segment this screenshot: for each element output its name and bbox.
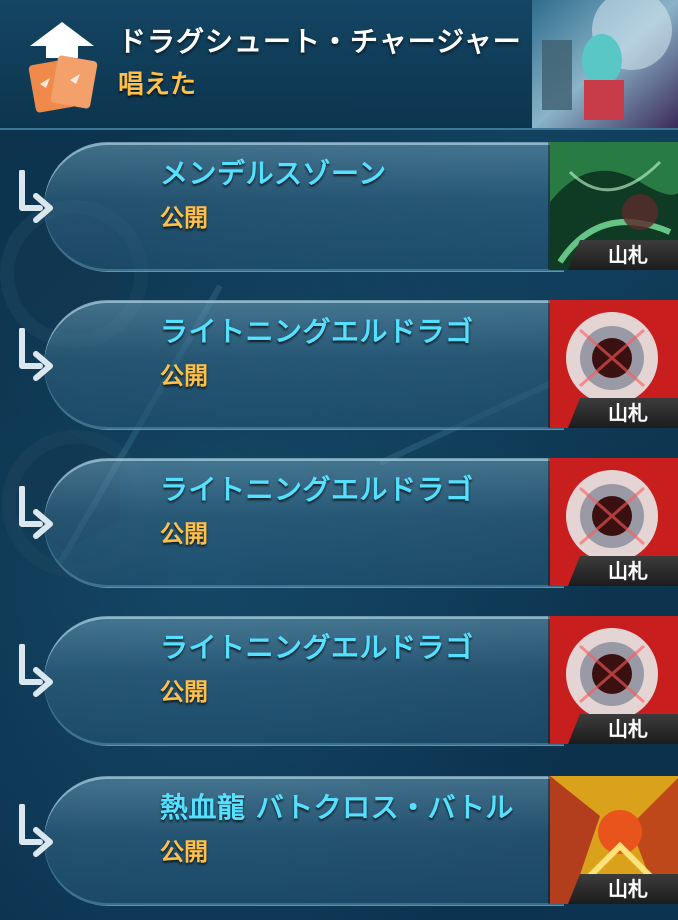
card-art-lightning-eldrago[interactable]: 山札 [548,616,678,744]
log-row[interactable]: 熱血龍 バトクロス・バトル 公開 山札 [0,776,678,906]
cast-action-label: 唱えた [118,70,197,100]
reveal-action-label: 公開 [160,362,208,390]
reveal-arrow-icon [19,804,53,857]
zone-badge: 山札 [568,556,678,586]
reveal-action-label: 公開 [160,520,208,548]
reveal-arrow-icon [19,644,53,697]
revealed-card-name: ライトニングエルドラゴ [160,631,474,664]
card-art-lightning-eldrago[interactable]: 山札 [548,300,678,428]
action-log-panel: ドラグシュート・チャージャー 唱えた メンデルスゾーン 公開 山札 ライトニング… [0,0,678,920]
reveal-action-label: 公開 [160,678,208,706]
zone-badge: 山札 [568,398,678,428]
revealed-card-name: 熱血龍 バトクロス・バトル [160,791,514,824]
log-row[interactable]: メンデルスゾーン 公開 山札 [0,142,678,272]
cast-card-title: ドラグシュート・チャージャー [118,25,522,58]
log-row[interactable]: ライトニングエルドラゴ 公開 山札 [0,300,678,430]
revealed-card-name: ライトニングエルドラゴ [160,315,474,348]
reveal-action-label: 公開 [160,204,208,232]
reveal-arrow-icon [19,170,53,223]
zone-badge: 山札 [568,714,678,744]
cast-spell-cards-icon [28,22,98,113]
reveal-arrow-icon [19,486,53,539]
revealed-card-name: ライトニングエルドラゴ [160,473,474,506]
reveal-action-label: 公開 [160,838,208,866]
card-art-dragshoot-charger[interactable] [532,0,678,128]
reveal-arrow-icon [19,328,53,381]
log-row[interactable]: ライトニングエルドラゴ 公開 山札 [0,616,678,746]
log-row[interactable]: ライトニングエルドラゴ 公開 山札 [0,458,678,588]
zone-badge: 山札 [568,874,678,904]
card-art-batcross-battle[interactable]: 山札 [548,776,678,904]
card-art-mendelssohn[interactable]: 山札 [548,142,678,270]
revealed-card-name: メンデルスゾーン [160,157,387,190]
card-art-lightning-eldrago[interactable]: 山札 [548,458,678,586]
cast-header: ドラグシュート・チャージャー 唱えた [0,0,678,130]
zone-badge: 山札 [568,240,678,270]
